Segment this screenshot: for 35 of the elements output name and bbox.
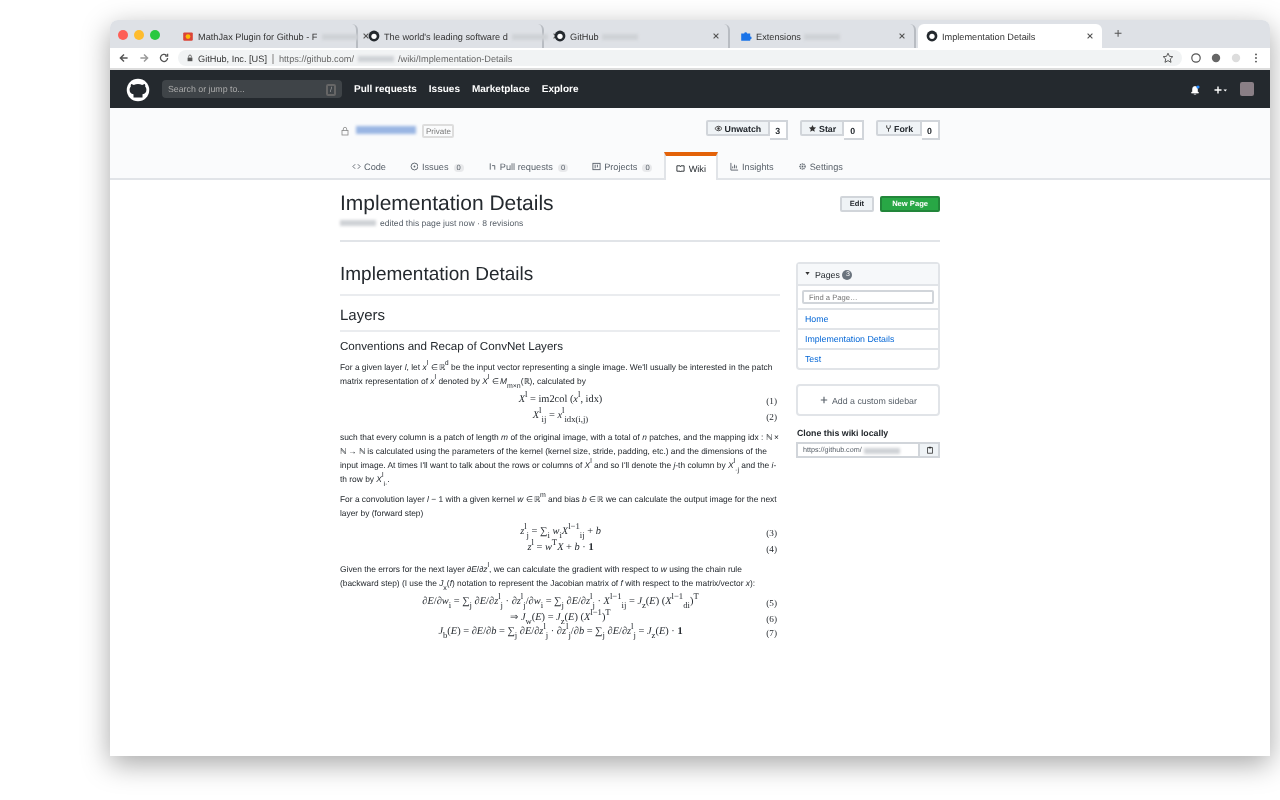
plus-icon	[820, 396, 828, 405]
puzzle-icon	[740, 30, 752, 42]
book-icon	[676, 163, 686, 173]
caret-icon[interactable]	[804, 270, 812, 278]
fork-icon	[883, 123, 893, 133]
star-icon[interactable]	[1162, 52, 1174, 64]
star-icon	[808, 123, 818, 133]
pull-request-icon	[487, 162, 497, 172]
back-icon[interactable]	[118, 52, 130, 64]
page-title: Implementation Details	[340, 192, 554, 218]
blurred-text	[358, 55, 395, 61]
blurred-text	[356, 126, 416, 134]
copy-button[interactable]	[920, 442, 940, 458]
eye-icon	[713, 123, 723, 133]
board-icon	[592, 162, 602, 172]
close-icon[interactable]	[361, 32, 370, 40]
close-icon[interactable]	[1086, 32, 1094, 40]
lock-icon	[340, 125, 350, 135]
issue-icon	[409, 162, 419, 172]
close-icon[interactable]	[898, 32, 906, 40]
plus-dropdown-icon[interactable]	[1214, 83, 1228, 95]
graph-icon	[730, 162, 739, 172]
clipboard-icon	[925, 446, 933, 454]
blurred-text	[340, 220, 376, 226]
code-icon	[352, 162, 361, 172]
lock-icon	[186, 54, 194, 62]
settings-icon	[797, 162, 807, 172]
blurred-text	[863, 447, 900, 453]
bell-icon[interactable]	[1188, 83, 1202, 95]
close-icon[interactable]	[712, 32, 720, 40]
forward-icon[interactable]	[138, 52, 150, 64]
article-heading: Implementation Details	[340, 262, 781, 296]
octocat-logo-icon[interactable]	[126, 77, 150, 101]
store-icon	[182, 30, 194, 42]
reload-icon[interactable]	[158, 52, 170, 64]
